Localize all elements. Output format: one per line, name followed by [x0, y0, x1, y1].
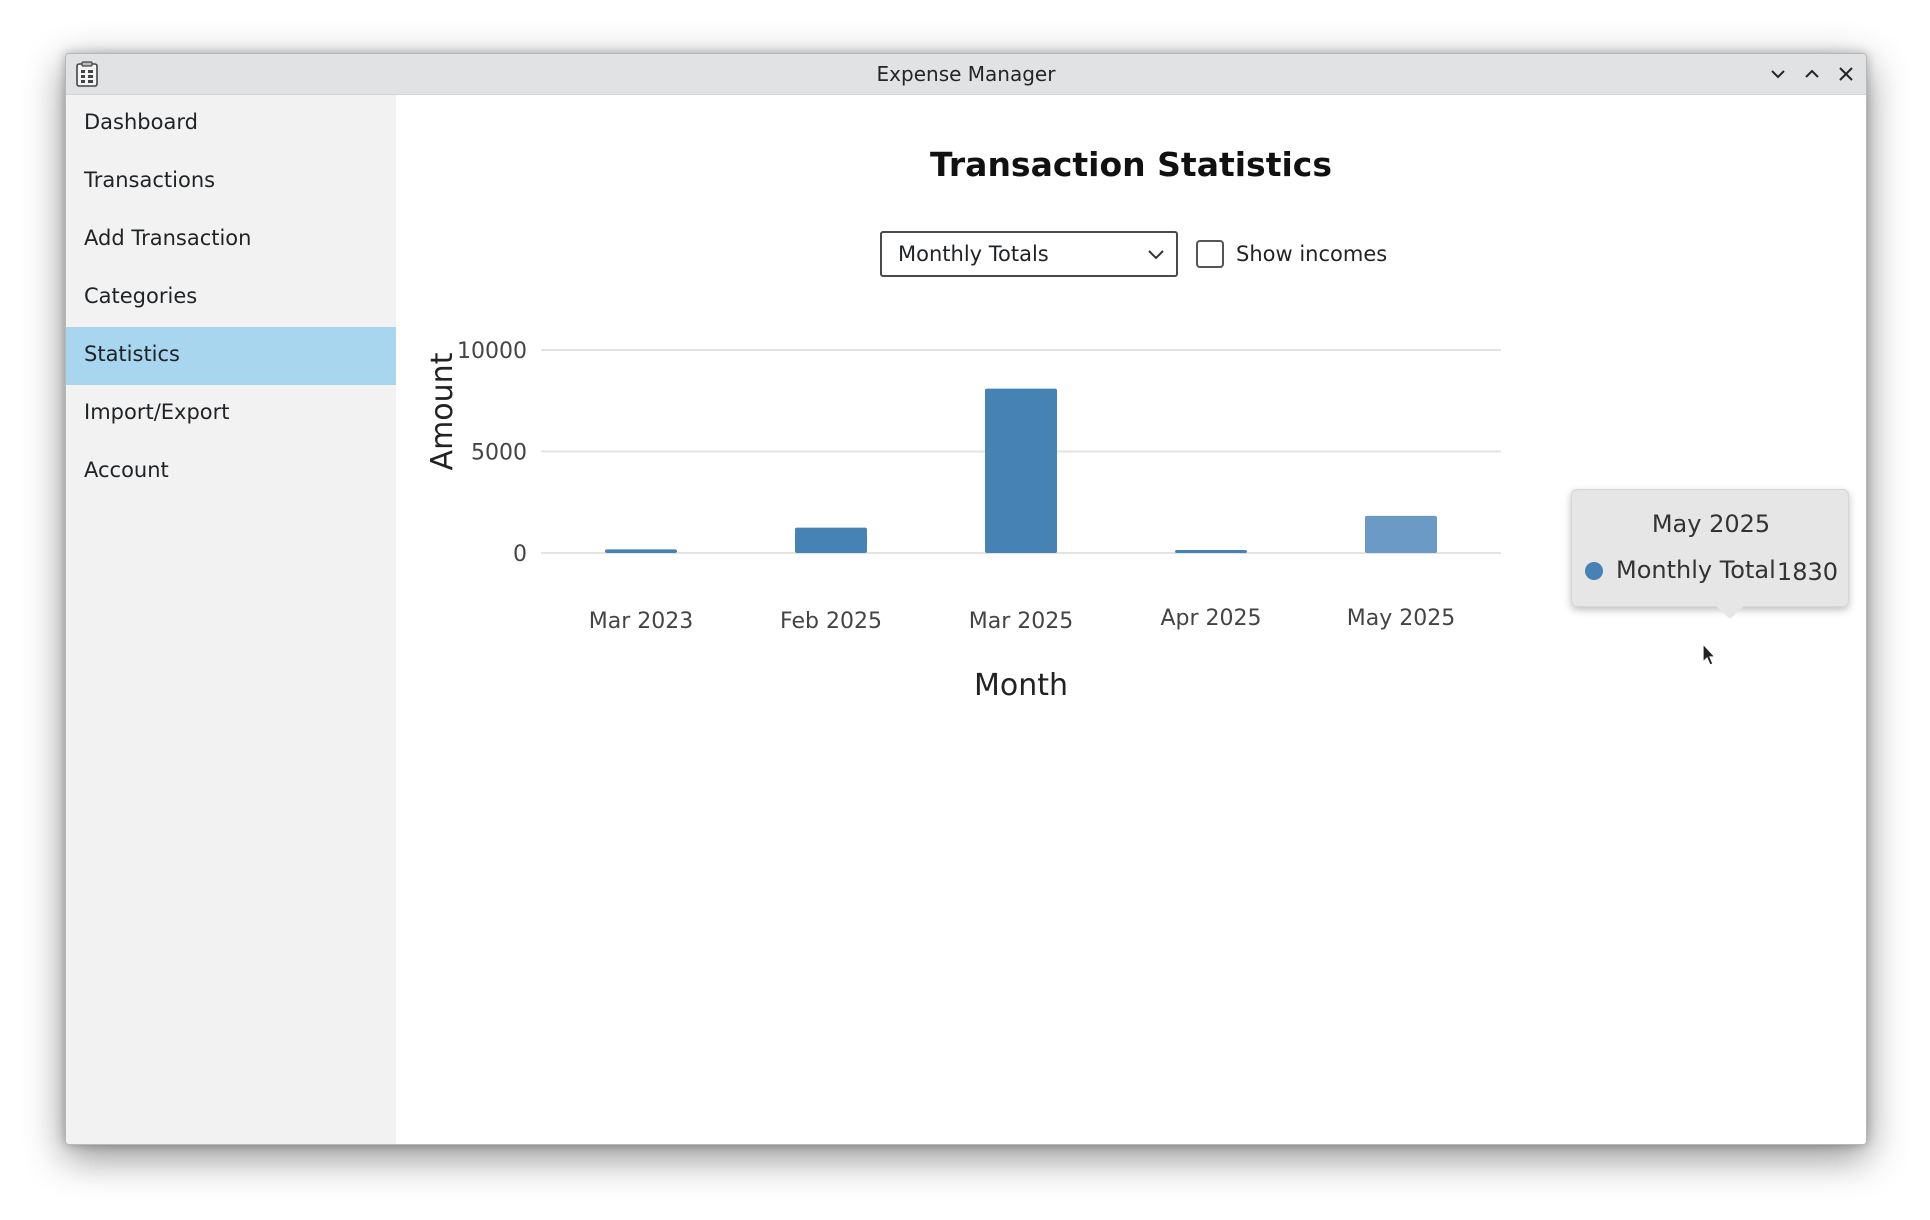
tooltip-title: May 2025	[1651, 510, 1771, 538]
tooltip-pointer	[1716, 606, 1744, 619]
x-tick-label: Mar 2025	[969, 609, 1074, 634]
chart-bar[interactable]	[605, 549, 677, 553]
x-tick-label: Mar 2023	[589, 609, 694, 634]
chart-bar[interactable]	[795, 527, 867, 553]
window-title: Expense Manager	[876, 62, 1056, 86]
maximize-icon[interactable]	[1800, 62, 1824, 86]
tooltip-value: 1830	[1776, 558, 1838, 586]
y-tick-label: 10000	[457, 339, 527, 364]
mouse-cursor-icon	[1702, 643, 1717, 666]
x-tick-label: Feb 2025	[780, 609, 882, 634]
sidebar-item-add-transaction[interactable]: Add Transaction	[66, 211, 396, 269]
sidebar-item-categories[interactable]: Categories	[66, 269, 396, 327]
y-axis-title: Amount	[425, 352, 460, 470]
chart-bar[interactable]	[1365, 515, 1437, 553]
statistics-panel: Transaction Statistics Monthly Totals Sh…	[396, 95, 1866, 1144]
y-tick-label: 0	[513, 542, 527, 567]
sidebar-item-account[interactable]: Account	[66, 443, 396, 501]
minimize-icon[interactable]	[1766, 62, 1790, 86]
sidebar-item-import-export[interactable]: Import/Export	[66, 385, 396, 443]
app-window: Expense Manager Dashboard Transactions A…	[65, 53, 1867, 1145]
sidebar-item-dashboard[interactable]: Dashboard	[66, 95, 396, 153]
title-bar[interactable]: Expense Manager	[66, 54, 1866, 95]
close-icon[interactable]	[1834, 62, 1858, 86]
y-tick-label: 5000	[471, 441, 527, 466]
chart-tooltip: May 2025 Monthly Total 1830	[1571, 489, 1849, 607]
chart-bar[interactable]	[985, 388, 1057, 553]
bar-chart: 0 5000 10000 Mar 2023 Feb 2025 Mar 2025 Apr 20…	[425, 339, 1501, 703]
x-tick-label: Apr 2025	[1160, 606, 1261, 631]
sidebar: Dashboard Transactions Add Transaction C…	[66, 95, 396, 1144]
tooltip-series-name: Monthly Total	[1616, 556, 1776, 584]
x-tick-label: May 2025	[1347, 606, 1455, 631]
series-dot-icon	[1585, 562, 1603, 580]
x-axis-title: Month	[974, 668, 1068, 703]
chart-bar[interactable]	[1175, 550, 1247, 553]
sidebar-item-statistics[interactable]: Statistics	[66, 327, 396, 385]
sidebar-item-transactions[interactable]: Transactions	[66, 153, 396, 211]
